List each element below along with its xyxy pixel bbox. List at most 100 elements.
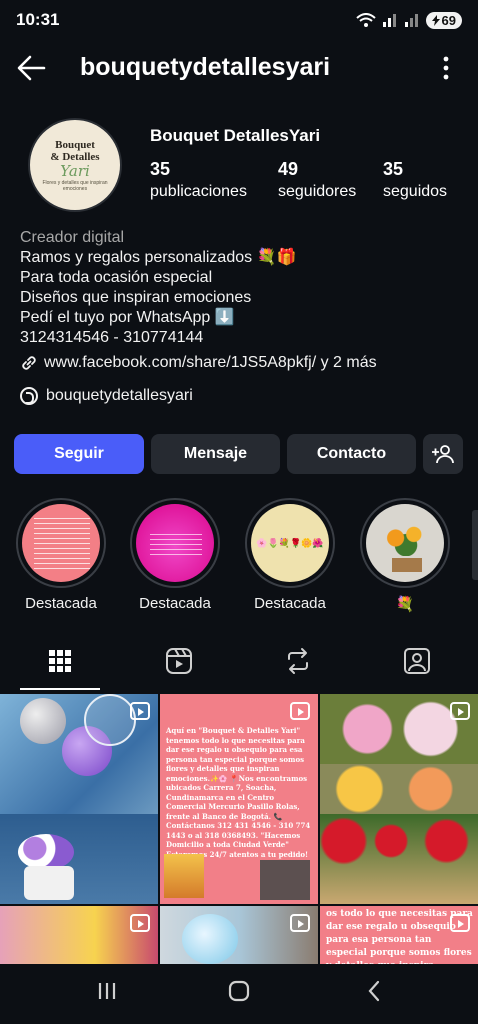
stat-posts[interactable]: 35 publicaciones (150, 158, 247, 204)
repost-icon (288, 648, 308, 674)
stat-following-count: 35 (383, 159, 404, 179)
highlight-ring (16, 498, 106, 588)
reel-icon (450, 702, 470, 720)
profile-avatar[interactable]: Bouquet & Detalles Yari Flores y detalle… (28, 118, 122, 212)
highlight-ring (360, 498, 450, 588)
highlight-label: 💐 (395, 596, 415, 613)
flowers-graphic (18, 834, 74, 870)
highlight-ring: 🌸🌷💐🌹🌼🌺 (245, 498, 335, 588)
stat-posts-count: 35 (150, 159, 171, 179)
add-person-icon (432, 445, 454, 464)
bio-line: Para toda ocasión especial (20, 269, 213, 286)
contact-button[interactable]: Contacto (287, 434, 416, 474)
post-caption-text: Aquí en "Bouquet & Detalles Yari" tenemo… (166, 726, 311, 859)
status-bar: 10:31 69 (0, 0, 478, 40)
highlight-cover (136, 504, 214, 582)
photo-collage (260, 860, 310, 900)
battery-indicator: 69 (425, 11, 462, 29)
status-icons: 69 (355, 11, 462, 29)
avatar-logo-script: Yari (60, 161, 90, 180)
reel-icon (130, 914, 150, 932)
header-username: bouquetydetallesyari (80, 53, 331, 81)
threads-link[interactable]: bouquetydetallesyari (20, 387, 193, 405)
flowers-graphic (320, 764, 478, 814)
threads-icon (20, 387, 38, 405)
back-arrow-icon[interactable] (16, 54, 46, 82)
stat-following[interactable]: 35 seguidos (383, 158, 447, 204)
bio-link-text: www.facebook.com/share/1JS5A8pkfj/ y 2 m… (44, 354, 377, 371)
highlight-cover (22, 504, 100, 582)
charging-icon (431, 14, 440, 26)
stat-following-label: seguidos (383, 183, 448, 200)
highlight-label: Destacada (139, 595, 211, 612)
avatar-logo-tagline: Flores y detalles que inspiran emociones (42, 179, 108, 192)
flowers-graphic (164, 854, 204, 898)
reel-icon (290, 702, 310, 720)
tab-tagged[interactable] (400, 646, 434, 676)
display-name: Bouquet DetallesYari (150, 126, 321, 145)
post-thumbnail[interactable] (160, 906, 318, 964)
post-thumbnail[interactable] (0, 694, 158, 904)
post-thumbnail[interactable]: Aquí en "Bouquet & Detalles Yari" tenemo… (160, 694, 318, 904)
tab-reels[interactable] (162, 646, 196, 676)
tagged-user-icon (404, 648, 430, 674)
post-thumbnail[interactable] (0, 906, 158, 964)
message-button[interactable]: Mensaje (151, 434, 280, 474)
wifi-icon (355, 13, 376, 27)
reel-icon (450, 914, 470, 932)
bio-line: Diseños que inspiran emociones (20, 289, 252, 306)
bio-line: Pedí el tuyo por WhatsApp ⬇️ (20, 309, 235, 326)
highlight-ring (130, 498, 220, 588)
gift-box-graphic (24, 866, 74, 900)
status-time: 10:31 (16, 10, 60, 29)
signal-icon-2 (404, 14, 418, 27)
balloon-graphic (182, 914, 238, 964)
active-tab-indicator (20, 688, 100, 690)
battery-level: 69 (441, 12, 456, 28)
post-thumbnail[interactable]: os todo lo que necesitas para dar ese re… (320, 906, 478, 964)
reel-icon (290, 914, 310, 932)
profile-tabs (0, 636, 478, 692)
tab-reposts[interactable] (281, 646, 315, 676)
poinsettia-graphic (320, 814, 478, 904)
reels-icon (166, 648, 192, 674)
back-icon[interactable] (364, 980, 386, 1002)
follow-button[interactable]: Seguir (14, 434, 144, 474)
avatar-logo-text: Bouquet (55, 138, 95, 151)
stat-followers-label: seguidores (278, 183, 357, 200)
grid-icon (49, 650, 71, 672)
home-icon[interactable] (228, 980, 250, 1002)
highlight-label: Destacada (25, 595, 97, 612)
balloon-graphic (20, 698, 66, 744)
stat-followers-count: 49 (278, 159, 299, 179)
bio-phone[interactable]: 3124314546 - 310774144 (20, 328, 460, 348)
reel-icon (130, 702, 150, 720)
highlight-cover: 🌸🌷💐🌹🌼🌺 (251, 504, 329, 582)
link-icon (22, 356, 36, 370)
story-highlight[interactable]: Destacada (16, 498, 106, 612)
post-thumbnail[interactable] (320, 694, 478, 904)
bio-category: Creador digital (20, 229, 125, 246)
story-highlight[interactable]: 🌸🌷💐🌹🌼🌺 Destacada (245, 498, 335, 612)
threads-username: bouquetydetallesyari (46, 387, 193, 404)
tab-grid[interactable] (43, 646, 77, 676)
stat-followers[interactable]: 49 seguidores (278, 158, 356, 204)
profile-bio: Creador digital Ramos y regalos personal… (20, 228, 460, 373)
stat-posts-label: publicaciones (150, 183, 247, 200)
balloon-graphic (84, 694, 136, 746)
story-highlight[interactable]: Destacada (130, 498, 220, 612)
recent-apps-icon[interactable] (96, 980, 118, 1002)
signal-icon (382, 14, 396, 27)
system-navigation-bar (0, 964, 478, 1024)
highlight-cover-text: 🌸🌷💐🌹🌼🌺 (256, 537, 324, 548)
bio-line: Ramos y regalos personalizados 💐🎁 (20, 249, 297, 266)
profile-header: bouquetydetallesyari (0, 46, 478, 90)
more-options-icon[interactable] (442, 56, 450, 80)
highlight-label: Destacada (254, 595, 326, 612)
avatar-logo-text-2: & Detalles (50, 150, 100, 163)
bio-link[interactable]: www.facebook.com/share/1JS5A8pkfj/ y 2 m… (20, 353, 460, 373)
story-highlight[interactable]: 💐 (360, 498, 450, 613)
suggest-people-button[interactable] (423, 434, 463, 474)
next-highlight-peek (472, 510, 478, 580)
highlight-cover (366, 504, 444, 582)
